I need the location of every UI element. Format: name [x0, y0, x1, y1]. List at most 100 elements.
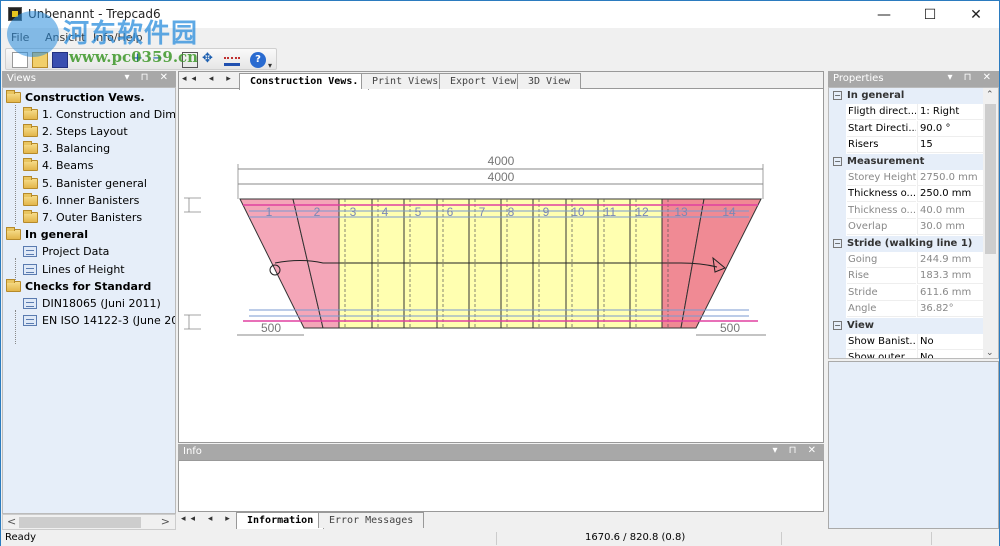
step-label: 8: [508, 205, 515, 219]
step-label: 11: [604, 205, 617, 219]
property-row[interactable]: Overlap 30.0 mm: [829, 219, 984, 236]
info-panel-header: Info ▾ ⊓ ✕: [178, 444, 824, 460]
property-value[interactable]: 1: Right: [917, 104, 984, 121]
views-horizontal-scrollbar[interactable]: < >: [2, 514, 176, 530]
property-value[interactable]: 250.0 mm: [917, 186, 984, 203]
property-value[interactable]: No: [917, 334, 984, 350]
property-value[interactable]: 90.0 °: [917, 120, 984, 137]
properties-panel-header: Properties ▾ ⊓ ✕: [828, 71, 999, 87]
tree-item-banister-general[interactable]: 5. Banister general: [23, 175, 147, 192]
tree-item-inner-banisters[interactable]: 6. Inner Banisters: [23, 192, 139, 209]
dimension-value-bottom-left: 500: [261, 321, 281, 335]
scrollbar-thumb[interactable]: [19, 517, 141, 528]
property-value[interactable]: 244.9 mm: [917, 252, 984, 268]
watermark-logo: [7, 11, 59, 57]
tab-3d-view[interactable]: 3D View: [517, 73, 582, 89]
scroll-right-icon[interactable]: >: [161, 515, 170, 528]
tree-item-balancing[interactable]: 3. Balancing: [23, 140, 110, 157]
scrollbar-thumb[interactable]: [985, 104, 996, 254]
drawing-canvas[interactable]: 1 2 3 4 5 6 7 8 9 10 11 12 13 14 4000 4000 500 500: [179, 90, 823, 442]
properties-panel: Properties ▾ ⊓ ✕ − In general Fligth direc…: [828, 71, 999, 531]
property-value[interactable]: 36.82°: [917, 301, 984, 318]
property-row[interactable]: Stride 611.6 mm: [829, 284, 984, 301]
property-category[interactable]: − View: [829, 317, 984, 334]
property-grid: − In general Fligth direct... 1: Right Start…: [828, 87, 999, 359]
tree-item-en-iso-14122[interactable]: EN ISO 14122-3 (June 2002): [23, 312, 175, 329]
step-label: 1: [266, 205, 273, 219]
property-category[interactable]: − In general: [829, 88, 984, 104]
close-button[interactable]: ✕: [953, 1, 999, 28]
property-category[interactable]: − Measurement: [829, 153, 984, 170]
panel-controls-icon[interactable]: ▾ ⊓ ✕: [947, 72, 995, 83]
folder-icon: [23, 193, 38, 206]
property-row[interactable]: Show outer... No: [829, 350, 984, 358]
toolbar-overflow-icon[interactable]: ▾: [268, 61, 272, 70]
tab-information[interactable]: Information: [236, 512, 325, 529]
property-row[interactable]: Thickness o... 40.0 mm: [829, 202, 984, 219]
info-panel: Info ▾ ⊓ ✕ ◂◂ ◂ ▸ ▸▸ Information Error M…: [178, 444, 824, 530]
property-row[interactable]: Rise 183.3 mm: [829, 268, 984, 285]
minimize-button[interactable]: —: [861, 1, 907, 28]
properties-vertical-scrollbar[interactable]: ⌃ ⌄: [983, 88, 998, 358]
panel-controls-icon[interactable]: ▾ ⊓ ✕: [124, 72, 172, 83]
property-row[interactable]: Going 244.9 mm: [829, 252, 984, 268]
dimension-icon[interactable]: [224, 57, 240, 66]
scroll-up-icon[interactable]: ⌃: [986, 90, 994, 100]
tree-group-checks-for-standard[interactable]: Checks for Standard: [6, 278, 151, 295]
property-name: Going: [847, 252, 916, 268]
property-row[interactable]: Show Banist... No: [829, 334, 984, 350]
tree-item-outer-banisters[interactable]: 7. Outer Banisters: [23, 209, 142, 226]
tree-item-steps-layout[interactable]: 2. Steps Layout: [23, 123, 128, 140]
views-panel-title: Views: [7, 73, 36, 84]
property-row[interactable]: Start Directi... 90.0 °: [829, 120, 984, 137]
tree-group-construction-views[interactable]: Construction Vews.: [6, 89, 145, 106]
document-tab-strip: ◂◂ ◂ ▸ ▸▸ Construction Vews. Print Views…: [179, 72, 823, 90]
cursor-coordinates: 1670.6 / 820.8 (0.8): [585, 532, 686, 543]
property-value[interactable]: 183.3 mm: [917, 268, 984, 285]
folder-icon: [6, 279, 21, 292]
tab-export-view[interactable]: Export View: [439, 73, 528, 89]
step-label: 4: [382, 205, 389, 219]
tab-print-views[interactable]: Print Views: [361, 73, 450, 89]
save-icon[interactable]: [52, 52, 68, 68]
property-row[interactable]: Thickness o... 250.0 mm: [829, 186, 984, 203]
property-value[interactable]: 611.6 mm: [917, 284, 984, 301]
step-label: 6: [447, 205, 454, 219]
collapse-icon[interactable]: −: [833, 320, 842, 330]
property-value[interactable]: No: [917, 350, 984, 358]
collapse-icon[interactable]: −: [833, 91, 842, 100]
scroll-down-icon[interactable]: ⌄: [986, 348, 994, 358]
pan-icon[interactable]: ✥: [202, 52, 218, 68]
property-value[interactable]: 15: [917, 137, 984, 154]
step-label: 10: [571, 205, 585, 219]
form-icon: [23, 298, 37, 309]
property-row[interactable]: Fligth direct... 1: Right: [829, 104, 984, 121]
property-category-label: In general: [847, 90, 905, 101]
step-label: 2: [314, 205, 321, 219]
tree-item-construction-dimen[interactable]: 1. Construction and Dimen: [23, 106, 175, 123]
help-icon[interactable]: ?: [250, 52, 266, 68]
status-text: Ready: [5, 532, 37, 543]
tree-item-beams[interactable]: 4. Beams: [23, 157, 94, 174]
tree-item-project-data[interactable]: Project Data: [23, 243, 109, 260]
scroll-left-icon[interactable]: <: [7, 515, 16, 528]
folder-icon: [6, 90, 21, 103]
property-row[interactable]: Angle 36.82°: [829, 301, 984, 318]
property-row[interactable]: Storey Height 2750.0 mm: [829, 170, 984, 186]
tab-error-messages[interactable]: Error Messages: [318, 512, 425, 528]
property-name: Thickness o...: [847, 203, 916, 219]
maximize-button[interactable]: ☐: [907, 1, 953, 28]
property-category[interactable]: − Stride (walking line 1): [829, 235, 984, 252]
property-row[interactable]: Risers 15: [829, 137, 984, 154]
tab-construction-views[interactable]: Construction Vews.: [239, 73, 370, 90]
tree-group-in-general[interactable]: In general: [6, 226, 88, 243]
tree-item-din18065[interactable]: DIN18065 (Juni 2011): [23, 295, 161, 312]
tree-item-lines-of-height[interactable]: Lines of Height: [23, 261, 125, 278]
panel-controls-icon[interactable]: ▾ ⊓ ✕: [772, 445, 820, 456]
step-label: 7: [479, 205, 486, 219]
collapse-icon[interactable]: −: [833, 238, 842, 248]
property-value[interactable]: 2750.0 mm: [917, 170, 984, 186]
property-value[interactable]: 40.0 mm: [917, 202, 984, 219]
property-value[interactable]: 30.0 mm: [917, 219, 984, 236]
collapse-icon[interactable]: −: [833, 156, 842, 166]
